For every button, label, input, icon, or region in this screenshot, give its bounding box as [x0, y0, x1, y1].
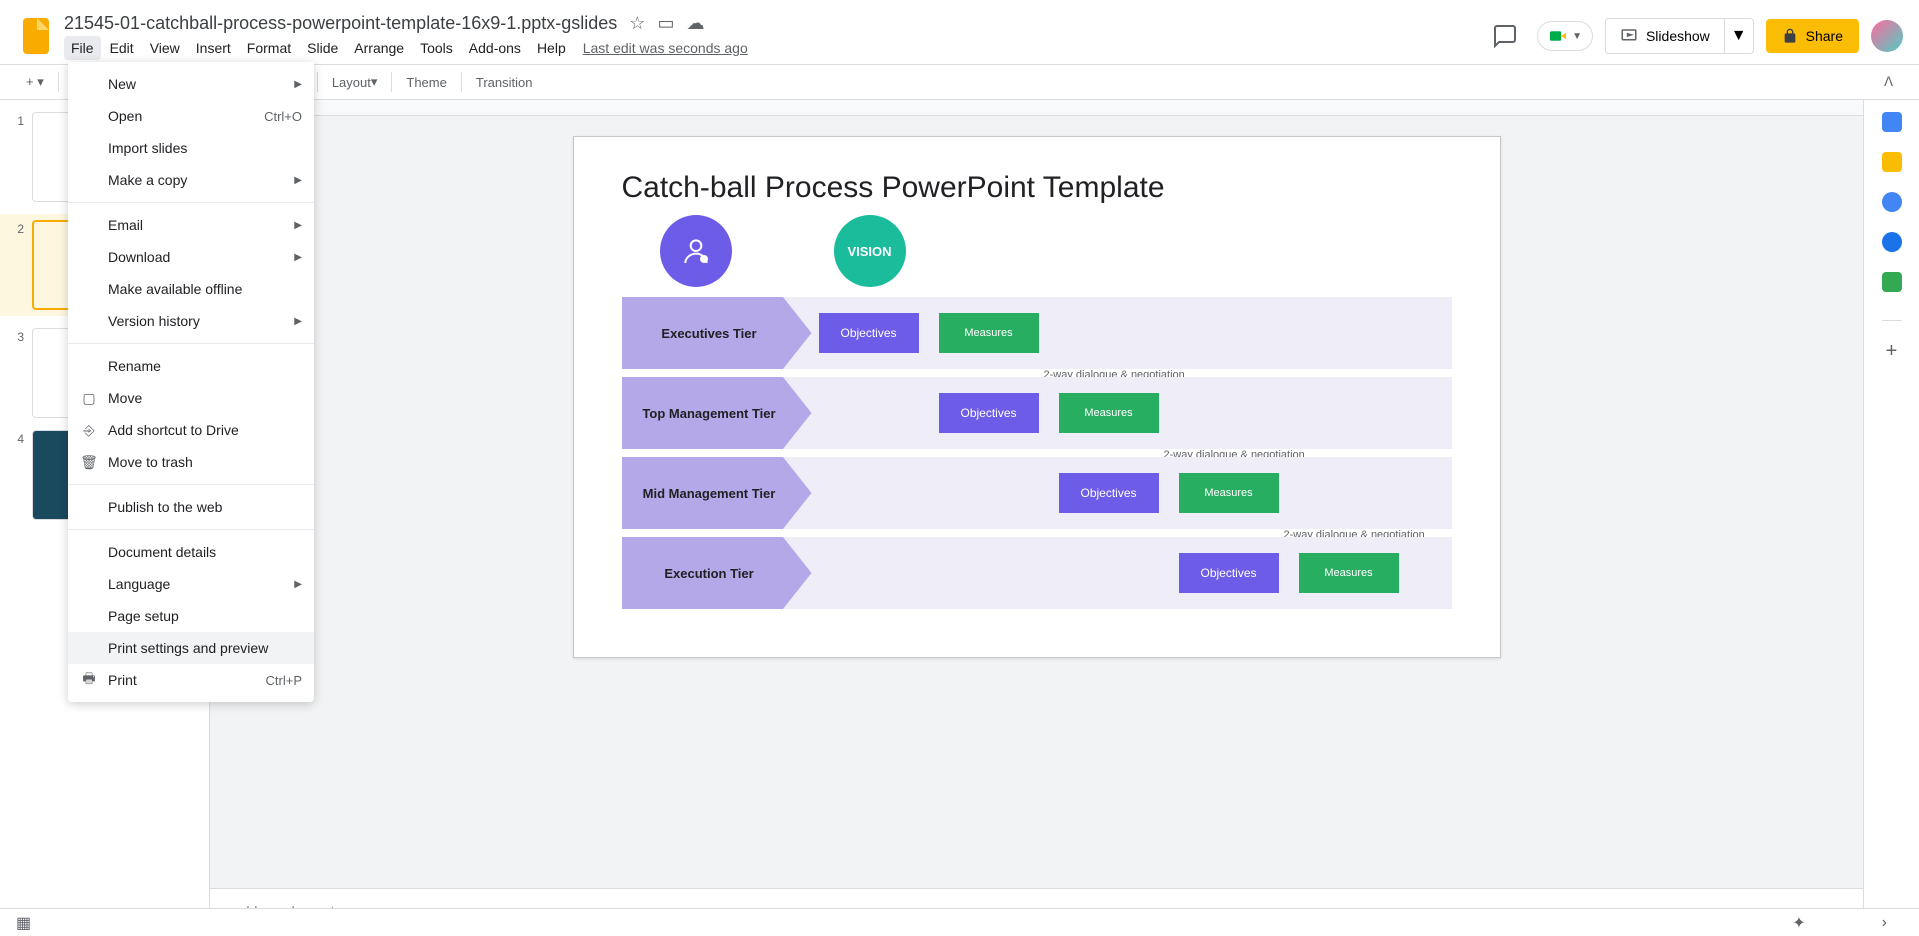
ruler [210, 100, 1863, 116]
slideshow-label: Slideshow [1646, 28, 1710, 44]
collapse-button[interactable]: ᐱ [1878, 70, 1899, 94]
menu-open[interactable]: OpenCtrl+O [68, 100, 314, 132]
menu-print-preview[interactable]: Print settings and preview [68, 632, 314, 664]
maps-icon[interactable] [1882, 272, 1902, 292]
tier-label-2: Top Management Tier [622, 377, 812, 449]
slide-canvas[interactable]: Catch-ball Process PowerPoint Template V… [573, 136, 1501, 658]
objectives-3: Objectives [1059, 473, 1159, 513]
vision-circle: VISION [834, 215, 906, 287]
slides-logo[interactable] [16, 16, 56, 56]
menubar: File Edit View Insert Format Slide Arran… [64, 36, 1485, 60]
measures-3: Measures [1179, 473, 1279, 513]
menu-email[interactable]: Email▶ [68, 209, 314, 241]
keep-icon[interactable] [1882, 152, 1902, 172]
menu-slide[interactable]: Slide [300, 36, 345, 60]
menu-offline[interactable]: Make available offline [68, 273, 314, 305]
slideshow-dropdown[interactable]: ▼ [1725, 18, 1754, 54]
measures-2: Measures [1059, 393, 1159, 433]
menu-publish[interactable]: Publish to the web [68, 491, 314, 523]
file-menu-dropdown: New▶ OpenCtrl+O Import slides Make a cop… [68, 62, 314, 702]
footer: ▦ ✦ › [0, 908, 1919, 936]
menu-make-copy[interactable]: Make a copy▶ [68, 164, 314, 196]
menu-format[interactable]: Format [240, 36, 298, 60]
tier-label-3: Mid Management Tier [622, 457, 812, 529]
menu-print[interactable]: 🖶PrintCtrl+P [68, 664, 314, 696]
menu-insert[interactable]: Insert [189, 36, 238, 60]
shortcut-icon: ⎆ [80, 421, 98, 439]
slideshow-button[interactable]: Slideshow [1605, 18, 1725, 54]
menu-download[interactable]: Download▶ [68, 241, 314, 273]
menu-edit[interactable]: Edit [103, 36, 141, 60]
theme-button[interactable]: Theme [400, 71, 452, 94]
folder-icon: ▢ [80, 389, 98, 407]
side-panel: + [1863, 100, 1919, 936]
contacts-icon[interactable] [1882, 232, 1902, 252]
star-icon[interactable]: ☆ [629, 13, 645, 34]
menu-page-setup[interactable]: Page setup [68, 600, 314, 632]
menu-version-history[interactable]: Version history▶ [68, 305, 314, 337]
calendar-icon[interactable] [1882, 112, 1902, 132]
menu-add-shortcut[interactable]: ⎆Add shortcut to Drive [68, 414, 314, 446]
document-title[interactable]: 21545-01-catchball-process-powerpoint-te… [64, 13, 617, 34]
menu-document-details[interactable]: Document details [68, 536, 314, 568]
user-circle-icon [660, 215, 732, 287]
new-slide-button[interactable]: + ▾ [20, 70, 50, 94]
last-edit-link[interactable]: Last edit was seconds ago [583, 40, 748, 56]
tier-label-1: Executives Tier [622, 297, 812, 369]
expand-icon[interactable]: › [1882, 914, 1887, 932]
menu-move[interactable]: ▢Move [68, 382, 314, 414]
objectives-4: Objectives [1179, 553, 1279, 593]
canvas-area: Catch-ball Process PowerPoint Template V… [210, 100, 1863, 936]
measures-1: Measures [939, 313, 1039, 353]
meet-button[interactable]: ▼ [1537, 21, 1593, 51]
menu-language[interactable]: Language▶ [68, 568, 314, 600]
cloud-icon[interactable]: ☁ [686, 13, 704, 34]
account-avatar[interactable] [1871, 20, 1903, 52]
menu-import-slides[interactable]: Import slides [68, 132, 314, 164]
share-button[interactable]: Share [1766, 19, 1859, 53]
menu-tools[interactable]: Tools [413, 36, 460, 60]
share-label: Share [1806, 28, 1843, 44]
slide-title: Catch-ball Process PowerPoint Template [622, 171, 1165, 205]
explore-icon[interactable]: ✦ [1792, 913, 1805, 933]
layout-button[interactable]: Layout ▾ [326, 70, 384, 94]
menu-trash[interactable]: 🗑Move to trash [68, 446, 314, 478]
comments-icon[interactable] [1485, 16, 1525, 56]
menu-view[interactable]: View [143, 36, 187, 60]
move-icon[interactable]: ▭ [657, 13, 674, 34]
tasks-icon[interactable] [1882, 192, 1902, 212]
menu-rename[interactable]: Rename [68, 350, 314, 382]
menu-arrange[interactable]: Arrange [347, 36, 411, 60]
objectives-1: Objectives [819, 313, 919, 353]
objectives-2: Objectives [939, 393, 1039, 433]
tier-label-4: Execution Tier [622, 537, 812, 609]
menu-new[interactable]: New▶ [68, 68, 314, 100]
menu-help[interactable]: Help [530, 36, 573, 60]
trash-icon: 🗑 [80, 453, 98, 471]
menu-file[interactable]: File [64, 36, 101, 60]
header: 21545-01-catchball-process-powerpoint-te… [0, 0, 1919, 64]
print-icon: 🖶 [80, 671, 98, 689]
grid-view-icon[interactable]: ▦ [16, 913, 31, 933]
add-addon-icon[interactable]: + [1882, 341, 1902, 361]
transition-button[interactable]: Transition [470, 71, 539, 94]
menu-addons[interactable]: Add-ons [462, 36, 528, 60]
measures-4: Measures [1299, 553, 1399, 593]
tier-row-3: Mid Management Tier [622, 457, 1452, 529]
